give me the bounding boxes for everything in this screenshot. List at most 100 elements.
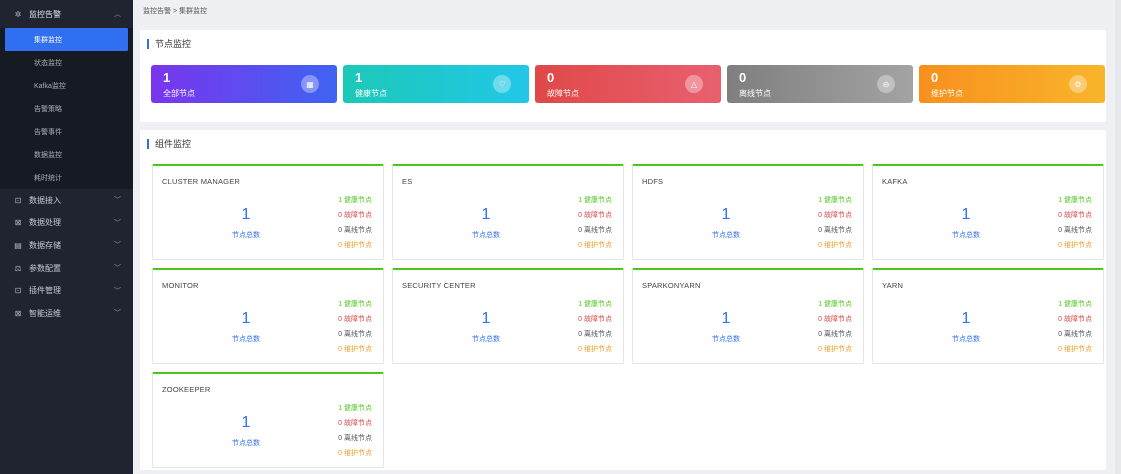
component-card-monitor[interactable]: MONITOR 1 节点总数 1 健康节点 0 故障节点 0 离线节点 0 维护节点: [152, 268, 384, 364]
maintenance-count: 0 维护节点: [818, 346, 852, 353]
component-card-security-center[interactable]: SECURITY CENTER 1 节点总数 1 健康节点 0 故障节点 0 离线节点 0 …: [392, 268, 624, 364]
ops-icon: ⊠: [14, 308, 22, 318]
maintenance-count: 0 维护节点: [818, 242, 852, 249]
warning-icon: △: [685, 75, 703, 93]
stat-label: 健康节点: [355, 89, 387, 98]
component-card-cluster-manager[interactable]: CLUSTER MANAGER 1 节点总数 1 健康节点 0 故障节点 0 离线节点 0 …: [152, 164, 384, 260]
component-name: ZOOKEEPER: [162, 385, 211, 394]
component-total-label: 节点总数: [952, 232, 980, 239]
node-monitor-panel: 节点监控 1 全部节点 ▦ 1 健康节点 ♡ 0 故障节点 △ 0 离线节点 ⊖…: [140, 30, 1106, 122]
maintenance-count: 0 维护节点: [1058, 346, 1092, 353]
sidebar-item-param-config[interactable]: ⚖ 参数配置 ﹀: [0, 257, 133, 280]
component-total: 1: [721, 310, 731, 327]
fault-count: 0 故障节点: [1058, 212, 1092, 219]
chevron-down-icon: ﹀: [114, 219, 121, 227]
sidebar-item-data-storage[interactable]: ▤ 数据存储 ﹀: [0, 234, 133, 257]
component-card-yarn[interactable]: YARN 1 节点总数 1 健康节点 0 故障节点 0 离线节点 0 维护节点: [872, 268, 1104, 364]
breadcrumb: 监控告警 > 集群监控: [143, 8, 207, 15]
maintenance-count: 0 维护节点: [1058, 242, 1092, 249]
stat-card-healthy-nodes[interactable]: 1 健康节点 ♡: [343, 65, 529, 103]
fault-count: 0 故障节点: [338, 316, 372, 323]
stat-label: 故障节点: [547, 89, 579, 98]
healthy-count: 1 健康节点: [1058, 197, 1092, 204]
sidebar-item-label: 数据处理: [29, 218, 61, 228]
fault-count: 0 故障节点: [338, 212, 372, 219]
healthy-count: 1 健康节点: [578, 197, 612, 204]
fault-count: 0 故障节点: [578, 316, 612, 323]
healthy-count: 1 健康节点: [1058, 301, 1092, 308]
component-name: KAFKA: [882, 177, 908, 186]
settings-icon: ✲: [14, 9, 22, 19]
component-total: 1: [961, 206, 971, 223]
maintenance-count: 0 维护节点: [338, 242, 372, 249]
sidebar-subitem-cluster-monitor[interactable]: 集群监控: [5, 28, 128, 51]
sidebar-subitem-alarm-policy[interactable]: 告警策略: [0, 97, 133, 120]
config-icon: ⚖: [14, 263, 22, 273]
chevron-down-icon: ﹀: [114, 287, 121, 295]
sidebar-item-plugin-manage[interactable]: ⊡ 插件管理 ﹀: [0, 279, 133, 302]
offline-count: 0 离线节点: [578, 227, 612, 234]
component-total-label: 节点总数: [232, 440, 260, 447]
chevron-up-icon: ︿: [114, 11, 121, 18]
healthy-count: 1 健康节点: [818, 197, 852, 204]
stat-value: 0: [547, 70, 555, 85]
import-icon: ⊡: [14, 195, 22, 205]
stat-label: 离线节点: [739, 89, 771, 98]
stat-value: 1: [355, 70, 363, 85]
component-card-es[interactable]: ES 1 节点总数 1 健康节点 0 故障节点 0 离线节点 0 维护节点: [392, 164, 624, 260]
component-card-hdfs[interactable]: HDFS 1 节点总数 1 健康节点 0 故障节点 0 离线节点 0 维护节点: [632, 164, 864, 260]
offline-count: 0 离线节点: [818, 227, 852, 234]
heart-icon: ♡: [493, 75, 511, 93]
component-total-label: 节点总数: [472, 232, 500, 239]
healthy-count: 1 健康节点: [818, 301, 852, 308]
fault-count: 0 故障节点: [338, 420, 372, 427]
sidebar-item-label: 数据接入: [29, 195, 61, 205]
grid-icon: ▦: [301, 75, 319, 93]
stat-value: 0: [739, 70, 747, 85]
component-card-zookeeper[interactable]: ZOOKEEPER 1 节点总数 1 健康节点 0 故障节点 0 离线节点 0 维护节点: [152, 372, 384, 468]
panel-title: 节点监控: [147, 39, 191, 49]
stat-value: 1: [163, 70, 171, 85]
scrollbar[interactable]: [1115, 0, 1121, 474]
component-card-sparkonyarn[interactable]: SPARKONYARN 1 节点总数 1 健康节点 0 故障节点 0 离线节点 0 维护节点: [632, 268, 864, 364]
sidebar-subitem-alarm-event[interactable]: 告警事件: [0, 120, 133, 143]
component-total: 1: [961, 310, 971, 327]
process-icon: ⊠: [14, 218, 22, 228]
maintenance-count: 0 维护节点: [338, 346, 372, 353]
component-total: 1: [241, 206, 251, 223]
sidebar-item-smart-ops[interactable]: ⊠ 智能运维 ﹀: [0, 302, 133, 325]
offline-count: 0 离线节点: [338, 331, 372, 338]
stat-card-all-nodes[interactable]: 1 全部节点 ▦: [151, 65, 337, 103]
healthy-count: 1 健康节点: [338, 405, 372, 412]
storage-icon: ▤: [14, 240, 22, 250]
fault-count: 0 故障节点: [1058, 316, 1092, 323]
component-card-kafka[interactable]: KAFKA 1 节点总数 1 健康节点 0 故障节点 0 离线节点 0 维护节点: [872, 164, 1104, 260]
maintenance-count: 0 维护节点: [338, 450, 372, 457]
component-name: MONITOR: [162, 281, 199, 290]
sidebar-subitem-kafka-monitor[interactable]: Kafka监控: [0, 74, 133, 97]
sidebar-item-monitor-alarm[interactable]: ✲ 监控告警 ︿: [0, 0, 133, 28]
healthy-count: 1 健康节点: [578, 301, 612, 308]
sidebar: ✲ 监控告警 ︿ 集群监控 状态监控 Kafka监控 告警策略 告警事件 数据监…: [0, 0, 133, 474]
component-total-label: 节点总数: [712, 232, 740, 239]
component-name: HDFS: [642, 177, 664, 186]
submenu: 集群监控 状态监控 Kafka监控 告警策略 告警事件 数据监控 耗时统计: [0, 28, 133, 189]
stat-card-offline-nodes[interactable]: 0 离线节点 ⊖: [727, 65, 913, 103]
sidebar-item-data-ingest[interactable]: ⊡ 数据接入 ﹀: [0, 189, 133, 212]
offline-count: 0 离线节点: [1058, 331, 1092, 338]
sidebar-item-label: 数据存储: [29, 240, 61, 250]
stat-card-maintenance-nodes[interactable]: 0 维护节点 ⚙: [919, 65, 1105, 103]
sidebar-subitem-data-monitor[interactable]: 数据监控: [0, 143, 133, 166]
component-name: SECURITY CENTER: [402, 281, 476, 290]
stat-label: 维护节点: [931, 89, 963, 98]
sidebar-item-label: 监控告警: [29, 9, 61, 19]
stat-card-fault-nodes[interactable]: 0 故障节点 △: [535, 65, 721, 103]
healthy-count: 1 健康节点: [338, 197, 372, 204]
component-total-label: 节点总数: [952, 336, 980, 343]
fault-count: 0 故障节点: [818, 316, 852, 323]
component-monitor-panel: 组件监控 CLUSTER MANAGER 1 节点总数 1 健康节点 0 故障节点 0 离…: [140, 130, 1106, 470]
component-total: 1: [241, 414, 251, 431]
sidebar-item-data-process[interactable]: ⊠ 数据处理 ﹀: [0, 212, 133, 235]
sidebar-subitem-time-stats[interactable]: 耗时统计: [0, 166, 133, 189]
sidebar-subitem-status-monitor[interactable]: 状态监控: [0, 51, 133, 74]
